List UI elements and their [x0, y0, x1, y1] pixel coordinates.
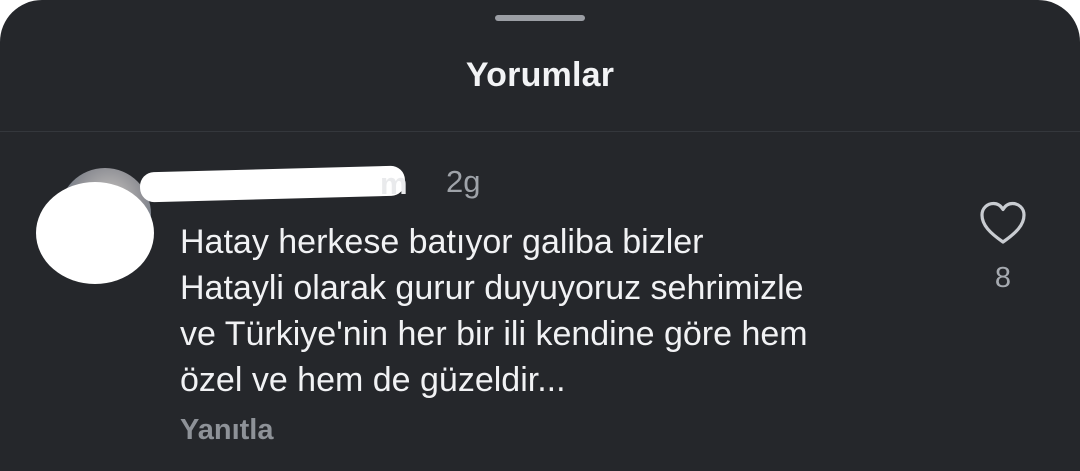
comment-text: Hatay herkese batıyor galiba bizler Hata… [180, 219, 950, 403]
drag-handle[interactable] [495, 15, 585, 21]
username-redaction [139, 165, 406, 203]
heart-outline-icon[interactable] [978, 200, 1028, 246]
reply-button[interactable]: Yanıtla [180, 414, 274, 447]
comment-header: m 2g [139, 160, 500, 204]
avatar[interactable] [34, 168, 154, 288]
header-divider [0, 131, 1080, 132]
comment-line: Hatay herkese batıyor galiba bizler [180, 223, 704, 261]
avatar-redaction [36, 182, 154, 284]
like-count: 8 [994, 262, 1012, 294]
comment-line: ve Türkiye'nin her bir ili kendine göre … [180, 315, 808, 353]
comment-line: Hatayli olarak gurur duyuyoruz sehrimizl… [180, 269, 804, 307]
sheet-title: Yorumlar [465, 56, 615, 94]
comments-sheet: Yorumlar m 2g Hatay herkese batıyor gali… [0, 0, 1080, 471]
comment-timestamp: 2g [446, 164, 481, 199]
comment-line: özel ve hem de güzeldir... [180, 361, 566, 399]
username[interactable]: m [380, 166, 408, 202]
